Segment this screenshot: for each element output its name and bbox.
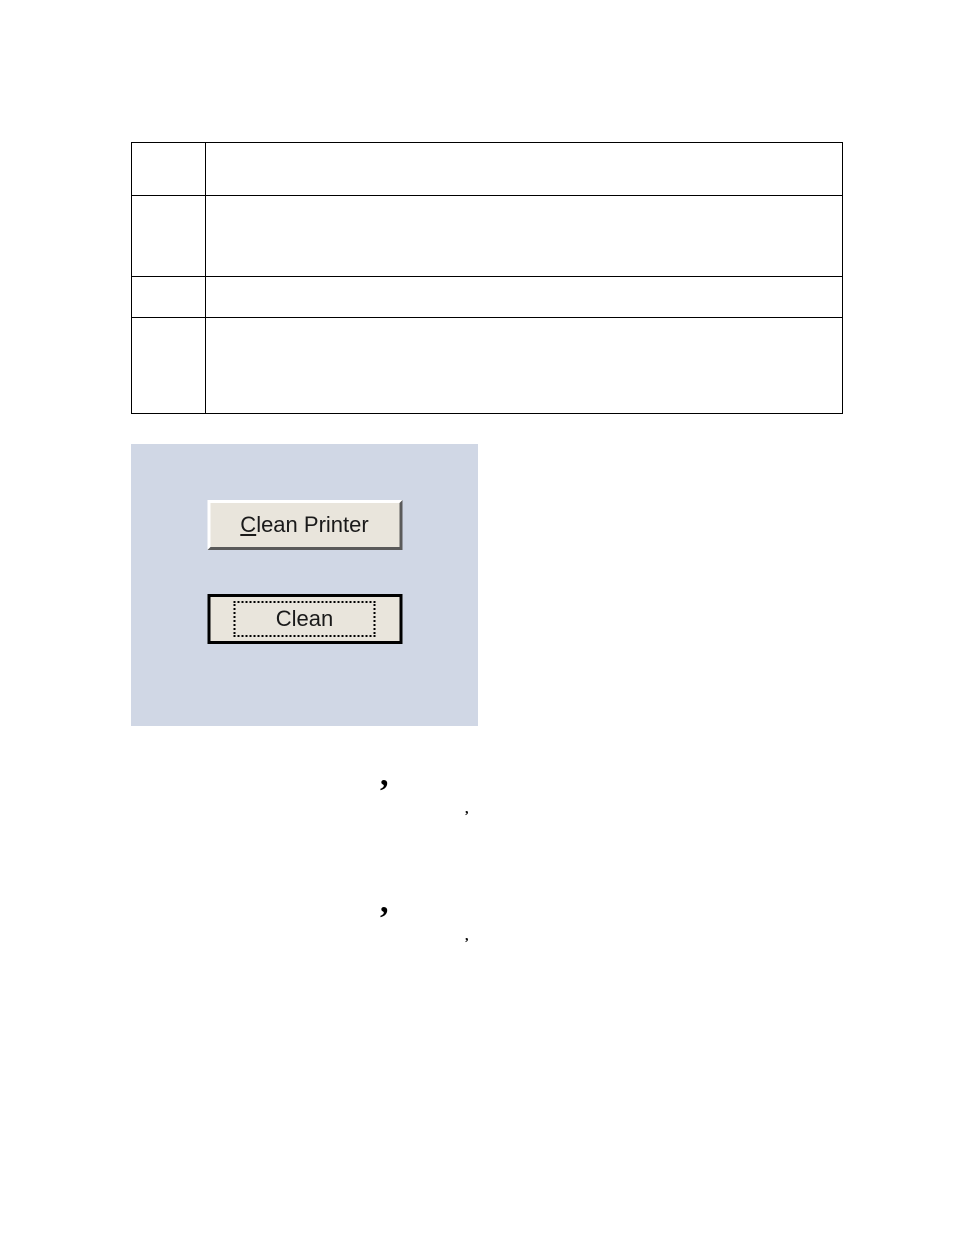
table-cell	[132, 143, 206, 196]
table-row	[132, 196, 843, 277]
page: Clean Printer Clean , , , ,	[0, 0, 954, 1235]
clean-button[interactable]: Clean	[207, 594, 402, 644]
data-table	[131, 142, 843, 414]
clean-printer-button[interactable]: Clean Printer	[207, 500, 402, 550]
table-cell	[132, 318, 206, 414]
clean-label: Clean	[234, 601, 375, 637]
table-cell	[132, 196, 206, 277]
table-row	[132, 318, 843, 414]
button-panel: Clean Printer Clean	[131, 444, 478, 726]
table-row	[132, 277, 843, 318]
table-cell	[206, 143, 843, 196]
table-row	[132, 143, 843, 196]
table-cell	[132, 277, 206, 318]
clean-printer-label: Clean Printer	[240, 512, 368, 538]
table-cell	[206, 318, 843, 414]
table-cell	[206, 277, 843, 318]
table-cell	[206, 196, 843, 277]
